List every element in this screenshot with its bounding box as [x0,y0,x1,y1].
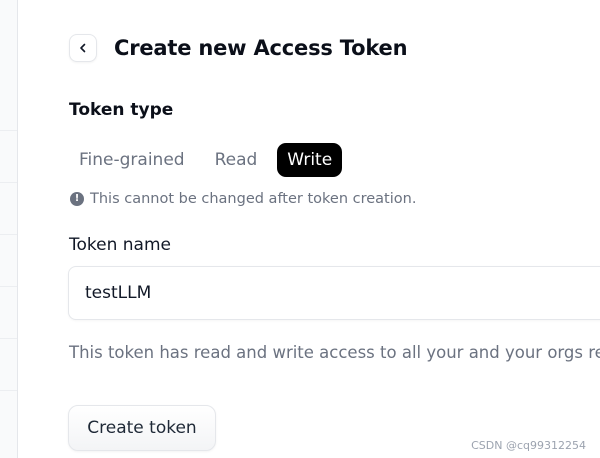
sidebar-divider [0,390,17,391]
tab-read[interactable]: Read [205,143,268,177]
token-permission-description: This token has read and write access to … [69,343,600,362]
token-type-note-text: This cannot be changed after token creat… [90,191,417,207]
sidebar [0,0,18,458]
page-title: Create new Access Token [114,36,408,60]
token-type-label: Token type [69,100,174,120]
back-button[interactable] [69,34,97,62]
tab-write[interactable]: Write [277,143,343,177]
token-name-label: Token name [69,235,171,255]
token-type-tabs: Fine-grained Read Write [69,143,343,177]
page: Create new Access Token Token type Fine-… [0,0,600,458]
sidebar-divider [0,286,17,287]
sidebar-divider [0,182,17,183]
sidebar-divider [0,338,17,339]
page-header: Create new Access Token [69,34,408,62]
exclamation-circle-icon: ! [70,192,84,206]
token-type-note: ! This cannot be changed after token cre… [70,191,416,207]
watermark: CSDN @cq99312254 [471,439,586,452]
tab-fine-grained[interactable]: Fine-grained [69,143,195,177]
chevron-left-icon [77,42,89,54]
token-name-input[interactable] [68,266,600,320]
sidebar-divider [0,130,17,131]
create-token-button[interactable]: Create token [68,405,216,451]
sidebar-divider [0,234,17,235]
